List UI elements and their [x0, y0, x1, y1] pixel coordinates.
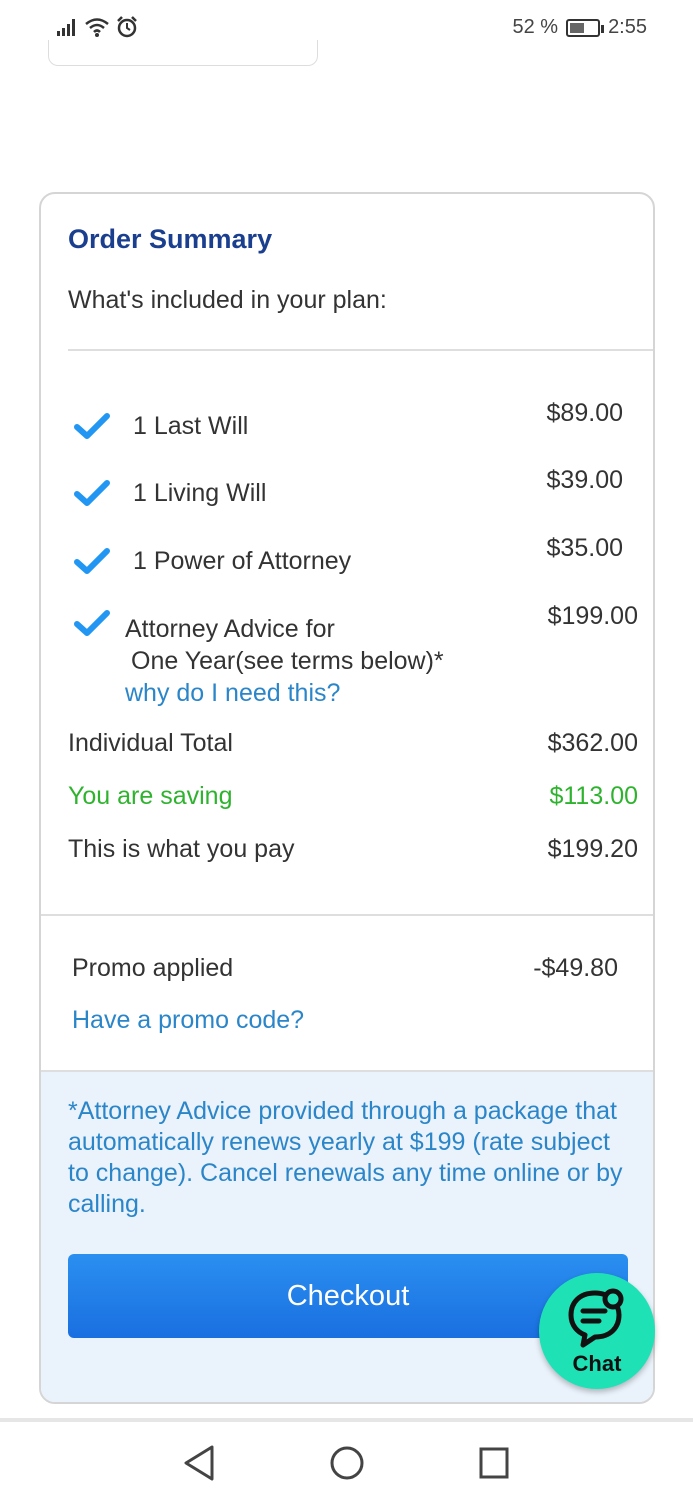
screen: 52 % 2:55 Order Summary What's included … [0, 0, 693, 1500]
why-do-i-need-this-link[interactable]: why do I need this? [125, 677, 444, 709]
check-icon [74, 413, 110, 439]
signal-icon [57, 19, 75, 36]
wifi-icon [85, 18, 109, 37]
divider [68, 349, 653, 351]
promo-label: Promo applied [72, 954, 234, 982]
recents-square-icon[interactable] [477, 1444, 511, 1482]
promo-row: Promo applied -$49.80 [72, 954, 618, 983]
promo-value: -$49.80 [533, 954, 618, 982]
pay-label: This is what you pay [68, 835, 295, 863]
battery-icon [566, 18, 605, 37]
item-label-multiline: Attorney Advice for One Year(see terms b… [125, 613, 444, 709]
saving-label: You are saving [68, 782, 233, 810]
clock: 2:55 [608, 16, 647, 38]
saving-row: You are saving $113.00 [68, 782, 638, 811]
page-title: Order Summary [68, 224, 273, 254]
item-label-line1: Attorney Advice for [125, 615, 335, 643]
individual-total-label: Individual Total [68, 729, 233, 757]
item-price: $39.00 [546, 466, 623, 494]
chat-bubble-icon [568, 1288, 624, 1348]
chat-button[interactable]: Chat [539, 1273, 655, 1389]
check-icon [74, 480, 110, 506]
back-triangle-icon[interactable] [182, 1444, 216, 1482]
home-circle-icon[interactable] [329, 1444, 365, 1482]
pay-row: This is what you pay $199.20 [68, 835, 638, 864]
plan-subtitle: What's included in your plan: [68, 286, 387, 314]
disclaimer-text: *Attorney Advice provided through a pack… [68, 1097, 623, 1218]
status-left [56, 16, 138, 38]
chat-label: Chat [572, 1351, 622, 1376]
order-summary-card: Order Summary What's included in your pl… [39, 192, 655, 1404]
battery-percent: 52 % [512, 16, 559, 38]
item-label: 1 Last Will [133, 412, 249, 440]
pay-value: $199.20 [547, 835, 638, 863]
check-icon [74, 610, 110, 636]
item-price: $35.00 [546, 534, 623, 562]
item-price: $199.00 [547, 602, 638, 630]
battery-fill [570, 22, 585, 33]
alarm-icon [117, 16, 137, 38]
item-label: 1 Power of Attorney [133, 547, 352, 575]
navigation-bar [0, 1418, 693, 1500]
item-price: $89.00 [546, 399, 623, 427]
check-icon [74, 548, 110, 574]
previous-card-edge [48, 40, 318, 66]
individual-total-value: $362.00 [547, 729, 638, 757]
status-right: 52 % 2:55 [512, 16, 647, 39]
saving-value: $113.00 [549, 782, 638, 810]
individual-total-row: Individual Total $362.00 [68, 729, 638, 758]
divider [41, 914, 653, 916]
item-label-line2: One Year(see terms below)* [131, 647, 444, 675]
item-label: 1 Living Will [133, 479, 267, 507]
promo-code-link[interactable]: Have a promo code? [72, 1006, 304, 1035]
